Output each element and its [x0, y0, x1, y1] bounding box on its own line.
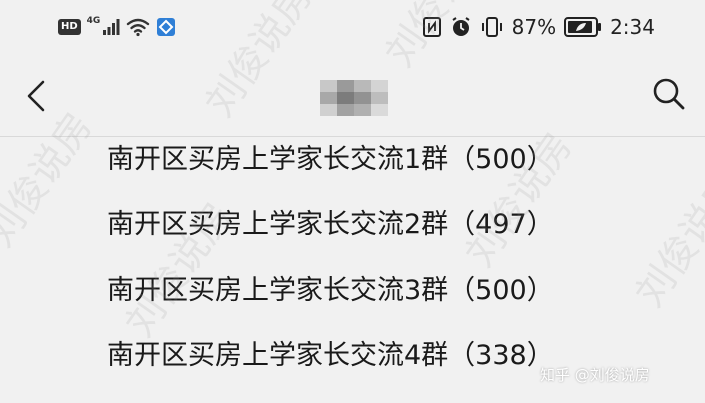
- status-right: 87% 2:34: [422, 13, 655, 41]
- back-button[interactable]: [18, 76, 54, 116]
- group-list: 南开区买房上学家长交流1群（500） 南开区买房上学家长交流2群（497） 南开…: [0, 137, 705, 397]
- network-type: 4G: [86, 16, 101, 26]
- battery-percent: 87%: [511, 15, 557, 39]
- list-item[interactable]: 南开区买房上学家长交流2群（497）: [0, 202, 705, 267]
- site-credit: 知乎 @刘俊说房: [540, 366, 650, 384]
- clock: 2:34: [610, 15, 655, 39]
- search-icon: [653, 78, 685, 110]
- list-item[interactable]: 南开区买房上学家长交流3群（500）: [0, 267, 705, 332]
- alarm-icon: [452, 17, 470, 36]
- app-notification-icon: [157, 18, 176, 36]
- vibrate-icon: [481, 17, 502, 37]
- group-name: 南开区买房上学家长交流4群（338）: [107, 340, 554, 371]
- chevron-left-icon: [27, 80, 45, 112]
- hd-icon: HD: [58, 19, 81, 35]
- signal-icon: [103, 19, 120, 35]
- nav-bar: [0, 56, 705, 137]
- status-left: HD 4G: [58, 15, 176, 39]
- group-name: 南开区买房上学家长交流1群（500）: [107, 144, 554, 175]
- wifi-icon: [127, 18, 150, 37]
- search-button[interactable]: [649, 74, 689, 114]
- status-bar: HD 4G 87% 2:34: [0, 0, 705, 56]
- page-title-pixelated: [320, 80, 388, 116]
- list-item[interactable]: 南开区买房上学家长交流1群（500）: [0, 137, 705, 202]
- nfc-icon: [422, 17, 441, 37]
- group-name: 南开区买房上学家长交流3群（500）: [107, 275, 554, 306]
- battery-icon: [564, 17, 602, 37]
- group-name: 南开区买房上学家长交流2群（497）: [107, 209, 554, 240]
